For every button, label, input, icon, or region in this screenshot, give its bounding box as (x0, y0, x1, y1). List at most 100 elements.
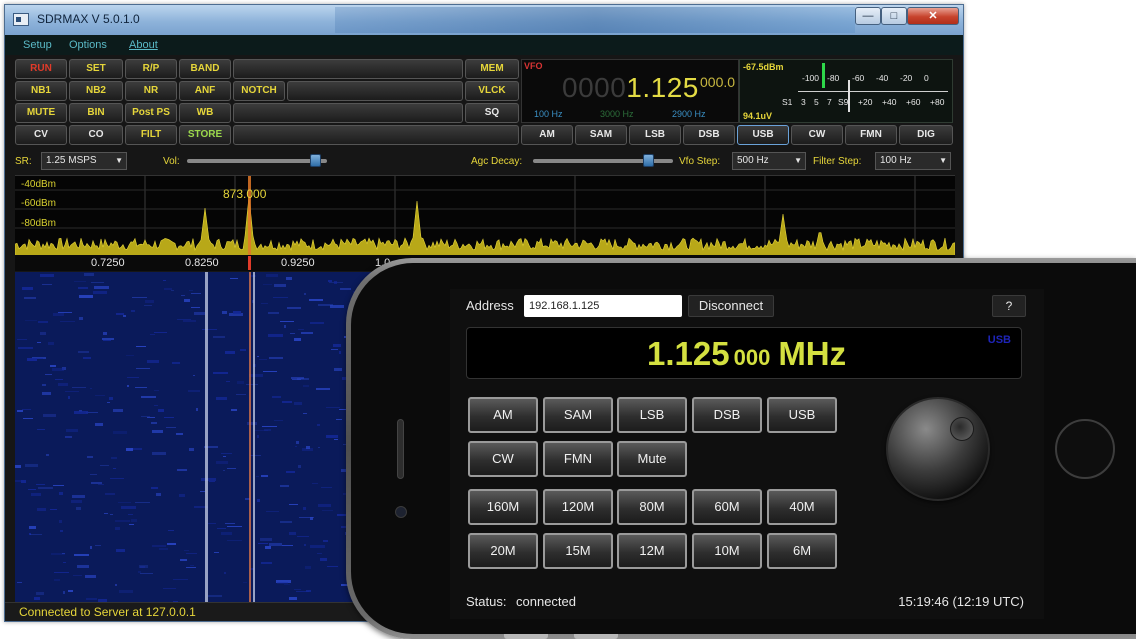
maximize-button[interactable]: □ (881, 7, 907, 25)
agc-label: Agc Decay: (471, 156, 523, 167)
mode-sam-button[interactable]: SAM (575, 125, 627, 145)
front-camera (395, 506, 407, 518)
nr-button[interactable]: NR (125, 81, 177, 101)
band-button[interactable]: BAND (179, 59, 231, 79)
vol-label: Vol: (163, 156, 180, 167)
filt-button[interactable]: FILT (125, 125, 177, 145)
phone-frequency-unit: MHz (778, 335, 847, 372)
help-button[interactable]: ? (992, 295, 1026, 317)
meter-scale-line (798, 91, 948, 92)
spectrum-trace (15, 176, 955, 256)
spectrum-level-2: -80dBm (21, 218, 57, 229)
meter-peak-needle (822, 63, 825, 88)
bin-button[interactable]: BIN (69, 103, 123, 123)
co-button[interactable]: CO (69, 125, 123, 145)
spare-button-4[interactable] (233, 125, 519, 145)
mode-dsb-button[interactable]: DSB (683, 125, 735, 145)
address-input[interactable] (524, 295, 682, 317)
vfo-display[interactable]: VFO 00001.125 000.0 100 Hz 3000 Hz 2900 … (521, 59, 739, 123)
vfo-label: VFO (524, 61, 543, 71)
status-text: Connected to Server at 127.0.0.1 (19, 605, 196, 619)
vol-slider-handle[interactable] (310, 154, 321, 167)
vol-slider[interactable] (187, 154, 327, 167)
phone-band-6m-button[interactable]: 6M (767, 533, 837, 569)
vfo-frequency-main: 1.125 (626, 72, 699, 103)
phone-band-10m-button[interactable]: 10M (692, 533, 762, 569)
phone-band-120m-button[interactable]: 120M (543, 489, 613, 525)
run-button[interactable]: RUN (15, 59, 67, 79)
anf-button[interactable]: ANF (179, 81, 231, 101)
tuning-knob[interactable] (886, 397, 990, 501)
spare-button-1[interactable] (233, 59, 463, 79)
close-button[interactable]: ✕ (907, 7, 959, 25)
phone-mute-button[interactable]: Mute (617, 441, 687, 477)
nb1-button[interactable]: NB1 (15, 81, 67, 101)
phone-band-40m-button[interactable]: 40M (767, 489, 837, 525)
phone-band-15m-button[interactable]: 15M (543, 533, 613, 569)
sq-button[interactable]: SQ (465, 103, 519, 123)
phone-band-12m-button[interactable]: 12M (617, 533, 687, 569)
tuning-cursor[interactable] (248, 256, 251, 270)
wb-button[interactable]: WB (179, 103, 231, 123)
mode-fmn-button[interactable]: FMN (845, 125, 897, 145)
minimize-button[interactable]: — (855, 7, 881, 25)
sr-select-value: 1.25 MSPS (46, 155, 97, 166)
chevron-down-icon: ▼ (794, 156, 802, 165)
phone-frequency-main: 1.125 (647, 335, 730, 372)
chevron-down-icon: ▼ (115, 156, 123, 165)
menu-about[interactable]: About (129, 39, 158, 51)
axis-tick-0: 0.7250 (91, 257, 125, 269)
phone-status-value: connected (516, 594, 576, 609)
home-button[interactable] (1055, 419, 1115, 479)
cv-button[interactable]: CV (15, 125, 67, 145)
vlck-button[interactable]: VLCK (465, 81, 519, 101)
spectrum-display[interactable]: -40dBm -60dBm -80dBm 873.000 (15, 175, 955, 256)
agc-slider[interactable] (533, 154, 673, 167)
spare-button-2[interactable] (287, 81, 463, 101)
menu-options[interactable]: Options (69, 39, 107, 51)
mem-button[interactable]: MEM (465, 59, 519, 79)
title-bar[interactable]: SDRMAX V 5.0.1.0 — □ ✕ (5, 5, 963, 35)
phone-mode-usb-button[interactable]: USB (767, 397, 837, 433)
tuned-frequency-marker: 873.000 (223, 187, 267, 201)
phone-band-60m-button[interactable]: 60M (692, 489, 762, 525)
chevron-down-icon: ▼ (939, 156, 947, 165)
menu-bar: Setup Options About (5, 35, 963, 55)
meter-dbm-readout: -67.5dBm (743, 62, 784, 72)
phone-mode-dsb-button[interactable]: DSB (692, 397, 762, 433)
phone-band-20m-button[interactable]: 20M (468, 533, 538, 569)
phone-band-80m-button[interactable]: 80M (617, 489, 687, 525)
meter-scale-bottom-3: 7 (827, 97, 832, 107)
menu-setup[interactable]: Setup (23, 39, 52, 51)
mode-cw-button[interactable]: CW (791, 125, 843, 145)
mode-lsb-button[interactable]: LSB (629, 125, 681, 145)
post-ps-button[interactable]: Post PS (125, 103, 177, 123)
mode-dig-button[interactable]: DIG (899, 125, 953, 145)
vfo-frequency: 00001.125 (562, 72, 699, 104)
vfo-step-select[interactable]: 500 Hz ▼ (732, 152, 806, 170)
phone-app-screen: Address Disconnect ? 1.125000MHz USB AM … (450, 289, 1044, 619)
filter-step-value: 100 Hz (880, 155, 912, 166)
set-button[interactable]: SET (69, 59, 123, 79)
phone-mode-lsb-button[interactable]: LSB (617, 397, 687, 433)
phone-band-160m-button[interactable]: 160M (468, 489, 538, 525)
mute-button[interactable]: MUTE (15, 103, 67, 123)
store-button[interactable]: STORE (179, 125, 231, 145)
mode-am-button[interactable]: AM (521, 125, 573, 145)
phone-mode-am-button[interactable]: AM (468, 397, 538, 433)
meter-scale-top-4: -20 (900, 73, 913, 83)
phone-mode-fmn-button[interactable]: FMN (543, 441, 613, 477)
phone-mode-cw-button[interactable]: CW (468, 441, 538, 477)
phone-mode-sam-button[interactable]: SAM (543, 397, 613, 433)
spare-button-3[interactable] (233, 103, 463, 123)
sr-select[interactable]: 1.25 MSPS ▼ (41, 152, 127, 170)
notch-button[interactable]: NOTCH (233, 81, 285, 101)
nb2-button[interactable]: NB2 (69, 81, 123, 101)
disconnect-button[interactable]: Disconnect (688, 295, 774, 317)
rp-button[interactable]: R/P (125, 59, 177, 79)
filter-step-select[interactable]: 100 Hz ▼ (875, 152, 951, 170)
agc-slider-handle[interactable] (643, 154, 654, 167)
meter-scale-bottom-5: +20 (858, 97, 873, 107)
window-title: SDRMAX V 5.0.1.0 (37, 12, 140, 26)
mode-usb-button[interactable]: USB (737, 125, 789, 145)
